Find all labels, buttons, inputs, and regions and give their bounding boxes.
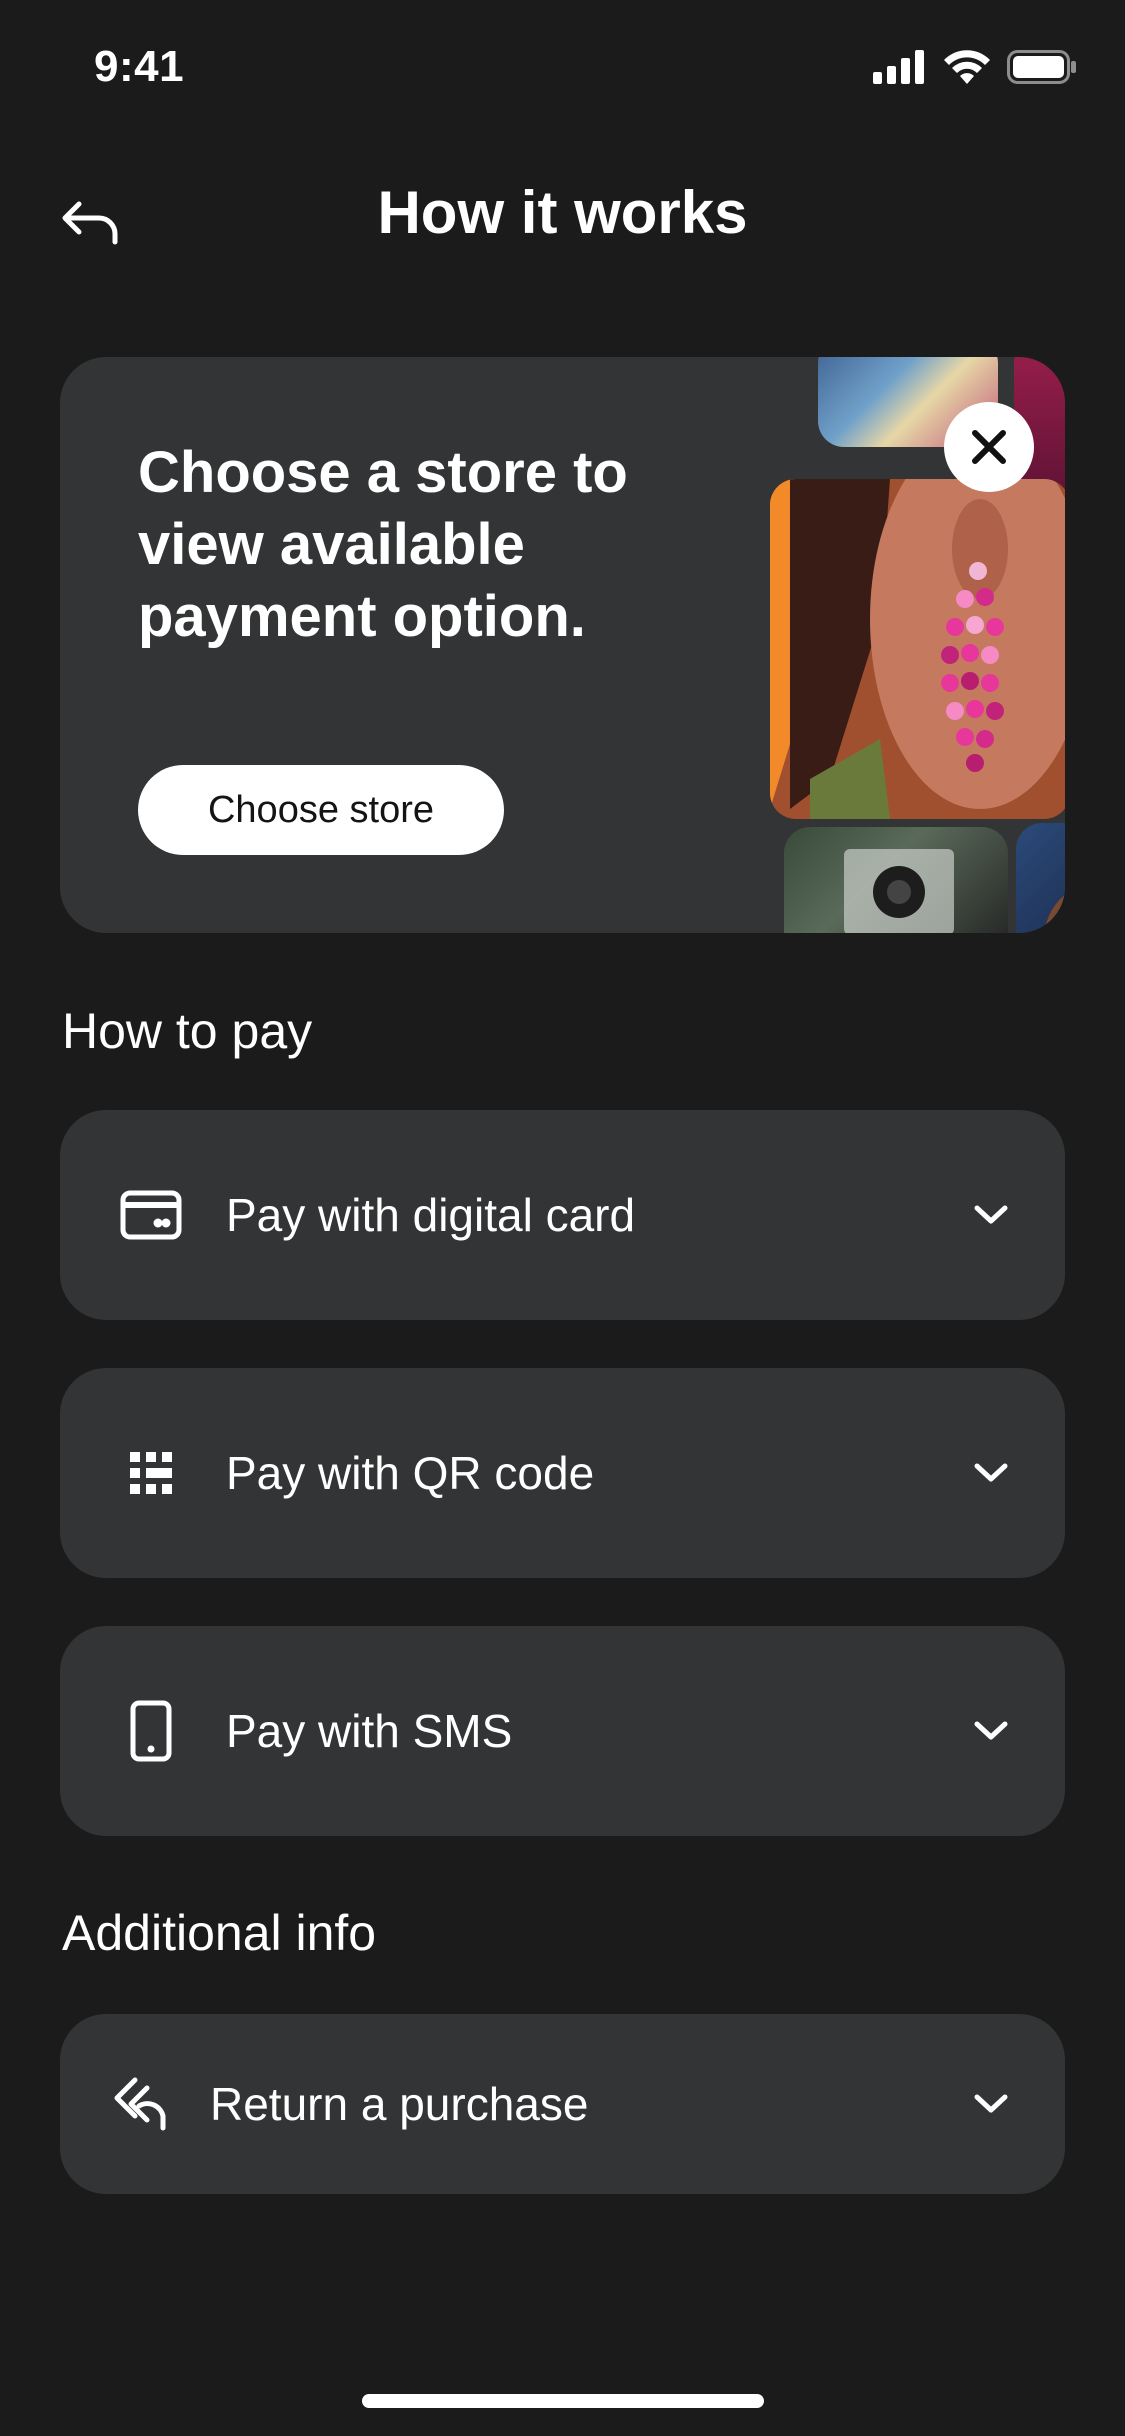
- chevron-down-icon: [969, 1709, 1013, 1753]
- home-indicator[interactable]: [362, 2394, 764, 2408]
- choose-store-button[interactable]: Choose store: [138, 765, 504, 855]
- wifi-icon: [944, 50, 990, 84]
- close-icon: [972, 430, 1006, 464]
- item-label: Return a purchase: [210, 2078, 589, 2130]
- earring-image: [770, 479, 1065, 819]
- pay-qr-code-item[interactable]: Pay with QR code: [60, 1368, 1065, 1578]
- signal-icon: [873, 50, 924, 84]
- item-label: Pay with QR code: [226, 1447, 595, 1499]
- additional-info-heading: Additional info: [62, 1905, 377, 1961]
- qr-code-icon: [116, 1438, 186, 1508]
- promo-text: Choose a store to view available payment…: [138, 440, 628, 649]
- hand-image: [1016, 823, 1065, 933]
- close-promo-button[interactable]: [944, 402, 1034, 492]
- return-purchase-item[interactable]: Return a purchase: [60, 2014, 1065, 2194]
- pay-sms-item[interactable]: Pay with SMS: [60, 1626, 1065, 1836]
- chevron-down-icon: [969, 1451, 1013, 1495]
- promo-card: Choose a store to view available payment…: [60, 357, 1065, 933]
- status-icons: [873, 50, 1077, 84]
- smartphone-icon: [116, 1696, 186, 1766]
- return-icon: [104, 2069, 174, 2139]
- page-title: How it works: [377, 179, 748, 246]
- battery-icon: [1007, 50, 1076, 84]
- item-label: Pay with SMS: [226, 1705, 513, 1757]
- status-time: 9:41: [94, 42, 185, 91]
- credit-card-icon: [116, 1180, 186, 1250]
- item-label: Pay with digital card: [226, 1189, 636, 1241]
- how-to-pay-heading: How to pay: [62, 1003, 313, 1059]
- pay-digital-card-item[interactable]: Pay with digital card: [60, 1110, 1065, 1320]
- chevron-down-icon: [969, 2082, 1013, 2126]
- camera-image: [784, 827, 1008, 933]
- chevron-down-icon: [969, 1193, 1013, 1237]
